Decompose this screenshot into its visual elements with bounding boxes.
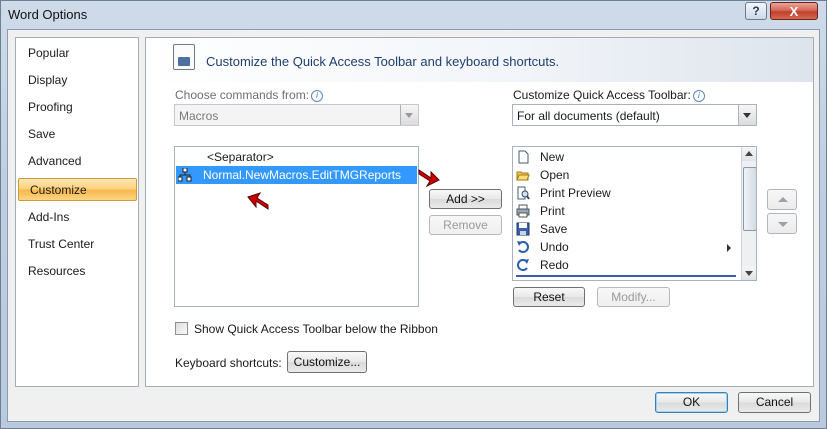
panel-title: Customize the Quick Access Toolbar and k… [206,54,560,69]
list-item[interactable]: Print Preview [513,184,741,202]
undo-icon [517,241,529,253]
category-resources[interactable]: Resources [17,260,137,283]
remove-button[interactable]: Remove [429,215,502,235]
toolbar-item-label: New [540,150,565,164]
customize-qat-label-text: Customize Quick Access Toolbar: [513,88,691,102]
annotation-arrow-icon [247,192,269,210]
remove-button-label: Remove [443,218,488,232]
save-disk-icon [516,222,530,236]
customize-shortcuts-label: Customize... [293,355,361,369]
toolbar-item-label: Redo [540,258,569,272]
list-item[interactable]: Print [513,202,741,220]
toolbar-item-label: Print Preview [540,186,611,200]
customize-qat-value: For all documents (default) [517,109,660,123]
category-customize[interactable]: Customize [18,178,137,201]
info-icon: i [311,90,324,102]
toolbar-item-label: Open [540,168,570,182]
open-folder-icon [516,171,530,181]
ok-button-label: OK [682,395,701,409]
choose-commands-label-text: Choose commands from: [175,88,310,102]
macro-label: Normal.NewMacros.EditTMGReports [203,168,402,182]
new-doc-icon [518,150,529,164]
reset-button-label: Reset [533,290,565,304]
window-title: Word Options [8,7,88,22]
list-item[interactable]: New [513,148,741,166]
add-button-label: Add >> [446,192,485,206]
list-item[interactable]: Save [513,220,741,238]
available-commands-list[interactable]: <Separator> Normal.NewMacros.EditTMGRepo… [174,146,419,307]
help-button[interactable]: ? [745,2,767,20]
cancel-button-label: Cancel [755,395,794,409]
add-button[interactable]: Add >> [429,189,502,209]
scroll-thumb[interactable] [743,167,756,231]
modify-button-label: Modify... [611,290,656,304]
toolbar-customize-icon [173,44,195,70]
customize-shortcuts-button[interactable]: Customize... [287,351,367,373]
toolbar-item-label: Print [540,204,565,218]
customize-qat-select[interactable]: For all documents (default) [512,104,757,126]
category-popular[interactable]: Popular [17,42,137,65]
choose-commands-value: Macros [179,109,219,123]
category-proofing[interactable]: Proofing [17,96,137,119]
printer-icon [516,204,530,218]
redo-icon [517,259,529,271]
annotation-arrow-icon [418,169,440,188]
list-item-separator[interactable]: <Separator> [207,148,407,166]
submenu-arrow-icon[interactable] [727,244,731,252]
quick-access-toolbar-list[interactable]: New Open Print Preview Print Save Undo R… [512,146,757,281]
list-item[interactable]: Redo [513,256,741,274]
customize-qat-label: Customize Quick Access Toolbar: i [513,88,705,102]
dropdown-arrow-icon[interactable] [738,105,756,125]
toolbar-list-scrollbar[interactable] [741,147,756,280]
print-preview-icon [517,186,530,200]
category-add-ins[interactable]: Add-Ins [17,206,137,229]
scroll-up-icon[interactable] [742,147,756,161]
list-item-macro[interactable]: Normal.NewMacros.EditTMGReports [176,166,417,184]
move-down-button[interactable] [767,213,797,234]
category-save[interactable]: Save [17,123,137,146]
toolbar-item-label: Undo [540,240,569,254]
partially-visible-item [516,275,736,280]
list-item[interactable]: Undo [513,238,741,256]
category-trust-center[interactable]: Trust Center [17,233,137,256]
close-button[interactable]: X [770,2,818,20]
dropdown-arrow-icon[interactable] [400,105,418,125]
list-item[interactable]: Open [513,166,741,184]
scroll-down-icon[interactable] [742,266,756,280]
toolbar-item-label: Save [540,222,568,236]
ok-button[interactable]: OK [655,392,728,413]
macro-icon [178,168,192,182]
reset-button[interactable]: Reset [513,287,585,307]
info-icon: i [692,90,705,102]
keyboard-shortcuts-label: Keyboard shortcuts: [175,356,282,370]
modify-button[interactable]: Modify... [597,287,670,307]
category-display[interactable]: Display [17,69,137,92]
move-up-button[interactable] [767,189,797,210]
choose-commands-select[interactable]: Macros [174,104,419,126]
show-below-ribbon-checkbox[interactable] [175,322,188,335]
cancel-button[interactable]: Cancel [738,392,811,413]
choose-commands-label: Choose commands from: i [175,88,324,102]
show-below-ribbon-label: Show Quick Access Toolbar below the Ribb… [194,322,438,336]
category-list: Popular Display Proofing Save Advanced C… [15,37,139,387]
category-advanced[interactable]: Advanced [17,150,137,173]
